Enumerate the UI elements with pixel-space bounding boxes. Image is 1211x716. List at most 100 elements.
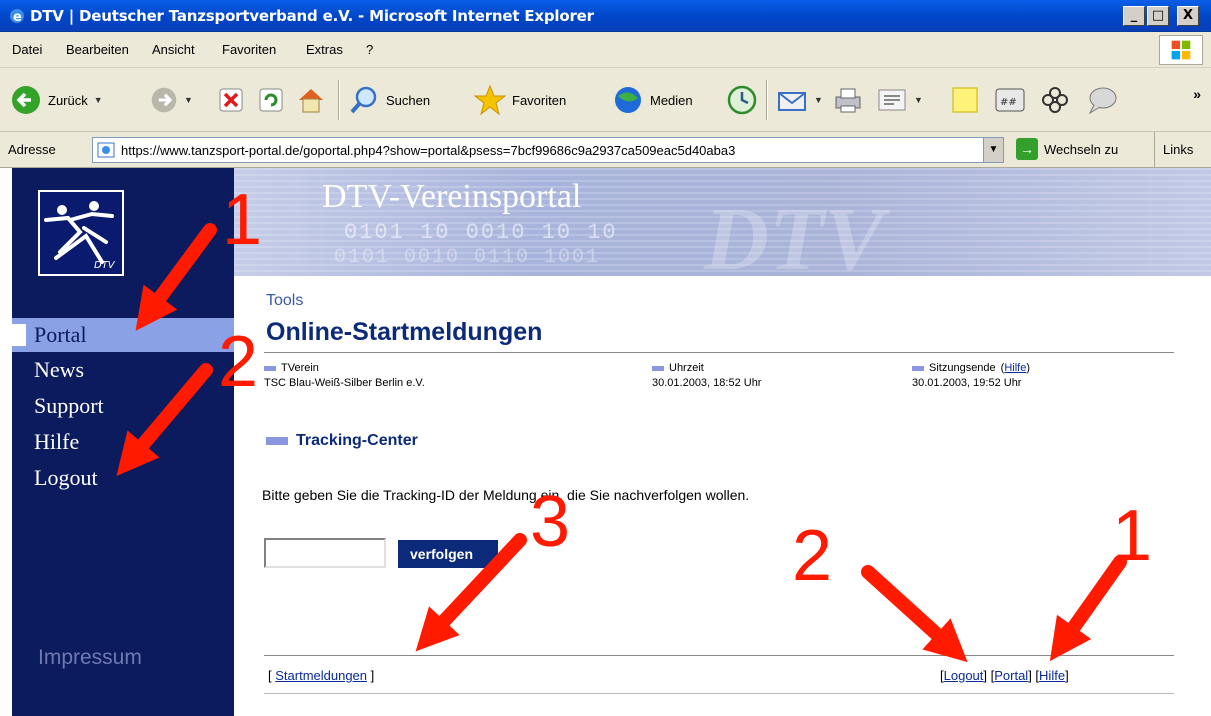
svg-text:e: e [13, 10, 22, 25]
back-button[interactable]: Zurück ▼ [10, 82, 103, 118]
search-button[interactable]: Suchen [348, 82, 430, 118]
chevron-down-icon[interactable]: ▼ [814, 95, 823, 105]
refresh-icon [259, 88, 283, 112]
edit-icon [878, 89, 906, 111]
messenger-icon: ## [995, 88, 1025, 112]
help-link[interactable]: Hilfe [1004, 362, 1026, 374]
favorites-button[interactable]: Favoriten [474, 82, 566, 118]
sidebar-item-label: Logout [34, 465, 98, 490]
ie-icon: e [10, 9, 24, 25]
toolbar-separator [766, 80, 768, 120]
mail-button[interactable]: ▼ [776, 82, 823, 118]
flower-icon [1042, 87, 1068, 113]
menu-favoriten[interactable]: Favoriten [222, 42, 276, 57]
links-button[interactable]: Links [1154, 132, 1193, 168]
portal-banner: DTV 0101 10 0010 10 10 0101 0010 0110 10… [234, 168, 1211, 276]
tool-button[interactable] [1040, 82, 1070, 118]
address-input[interactable]: https://www.tanzsport-portal.de/goportal… [92, 137, 1004, 163]
sidebar-item-logout[interactable]: Logout [12, 461, 234, 495]
menu-help[interactable]: ? [366, 42, 373, 57]
impressum-link[interactable]: Impressum [38, 646, 142, 670]
media-label: Medien [650, 92, 693, 108]
bullet-icon [264, 365, 276, 371]
go-arrow-icon: → [1016, 138, 1038, 160]
minimize-button[interactable]: _ [1123, 6, 1145, 26]
footer-divider-bottom [264, 693, 1174, 694]
logout-link[interactable]: Logout [944, 668, 984, 683]
address-label: Adresse [8, 142, 56, 157]
search-label: Suchen [386, 92, 431, 108]
messenger-button[interactable]: ## [994, 82, 1026, 118]
svg-text:DTV: DTV [94, 260, 116, 271]
startmeldungen-link[interactable]: Startmeldungen [275, 668, 367, 683]
footer-left: [ Startmeldungen ] [268, 668, 375, 683]
print-button[interactable] [832, 82, 864, 118]
speech-bubble-icon [1088, 87, 1117, 115]
dancers-logo-icon: DTV [44, 201, 116, 271]
info-value-uhrzeit: 30.01.2003, 18:52 Uhr [652, 377, 762, 389]
section-label: Tools [266, 292, 304, 309]
instruction-text: Bitte geben Sie die Tracking-ID der Meld… [262, 487, 750, 503]
sidebar: DTV Portal News Support Hilfe Logout Imp… [12, 168, 234, 716]
sidebar-item-news[interactable]: News [12, 353, 234, 387]
media-icon [615, 87, 641, 113]
stop-button[interactable] [218, 82, 244, 118]
tracking-center-heading: Tracking-Center [266, 432, 418, 450]
sidebar-item-hilfe[interactable]: Hilfe [12, 425, 234, 459]
chevron-down-icon[interactable]: ▼ [94, 95, 103, 105]
active-marker [12, 324, 26, 346]
window-title: DTV | Deutscher Tanzsportverband e.V. - … [30, 7, 594, 25]
notes-button[interactable] [950, 82, 980, 118]
address-bar: Adresse https://www.tanzsport-portal.de/… [0, 132, 1211, 168]
dtv-logo[interactable]: DTV [38, 190, 124, 276]
bullet-icon [652, 365, 664, 371]
verfolgen-button[interactable]: verfolgen [398, 540, 498, 568]
menu-bar: Datei Bearbeiten Ansicht Favoriten Extra… [0, 32, 1211, 68]
divider [264, 352, 1174, 353]
history-button[interactable] [726, 82, 758, 118]
chevron-down-icon[interactable]: ▼ [184, 95, 193, 105]
portal-link[interactable]: Portal [994, 668, 1028, 683]
menu-ansicht[interactable]: Ansicht [152, 42, 195, 57]
banner-watermark: DTV [704, 190, 884, 276]
window-titlebar: e DTV | Deutscher Tanzsportverband e.V. … [0, 0, 1211, 32]
info-label-verein: TVerein [264, 362, 319, 374]
sidebar-item-support[interactable]: Support [12, 389, 234, 423]
toolbar-overflow-button[interactable]: » [1193, 86, 1201, 102]
maximize-button[interactable]: □ [1147, 6, 1169, 26]
back-arrow-icon [12, 86, 40, 114]
banner-binary-2: 0101 0010 0110 1001 [334, 246, 601, 269]
menu-datei[interactable]: Datei [12, 42, 42, 57]
edit-button[interactable]: ▼ [876, 82, 923, 118]
refresh-button[interactable] [258, 82, 284, 118]
sidebar-item-label: News [34, 357, 85, 382]
sidebar-item-portal[interactable]: Portal [12, 318, 234, 352]
banner-binary: 0101 10 0010 10 10 [344, 220, 618, 245]
home-icon [299, 89, 323, 113]
chevron-down-icon[interactable]: ▼ [983, 138, 1003, 162]
home-button[interactable] [296, 82, 326, 118]
bullet-icon [912, 365, 924, 371]
menu-bearbeiten[interactable]: Bearbeiten [66, 42, 129, 57]
media-button[interactable]: Medien [612, 82, 693, 118]
mail-icon [778, 92, 806, 111]
page-title: Online-Startmeldungen [266, 318, 543, 346]
hilfe-link[interactable]: Hilfe [1039, 668, 1065, 683]
heading-bar-icon [266, 437, 288, 445]
footer-divider [264, 655, 1174, 656]
tracking-id-input[interactable] [264, 538, 386, 568]
forward-button[interactable]: ▼ [150, 82, 193, 118]
info-label-uhrzeit: Uhrzeit [652, 362, 704, 374]
discuss-button[interactable] [1086, 82, 1118, 118]
chevron-down-icon[interactable]: ▼ [914, 95, 923, 105]
note-icon [952, 87, 978, 113]
banner-title: DTV-Vereinsportal [322, 178, 582, 215]
address-url: https://www.tanzsport-portal.de/goportal… [121, 143, 736, 158]
search-icon [350, 86, 377, 114]
go-button[interactable]: → Wechseln zu [1016, 138, 1118, 160]
menu-extras[interactable]: Extras [306, 42, 343, 57]
forward-arrow-icon [151, 87, 177, 113]
go-label: Wechseln zu [1044, 141, 1119, 157]
close-button[interactable]: X [1177, 6, 1199, 26]
toolbar-separator [338, 80, 340, 120]
